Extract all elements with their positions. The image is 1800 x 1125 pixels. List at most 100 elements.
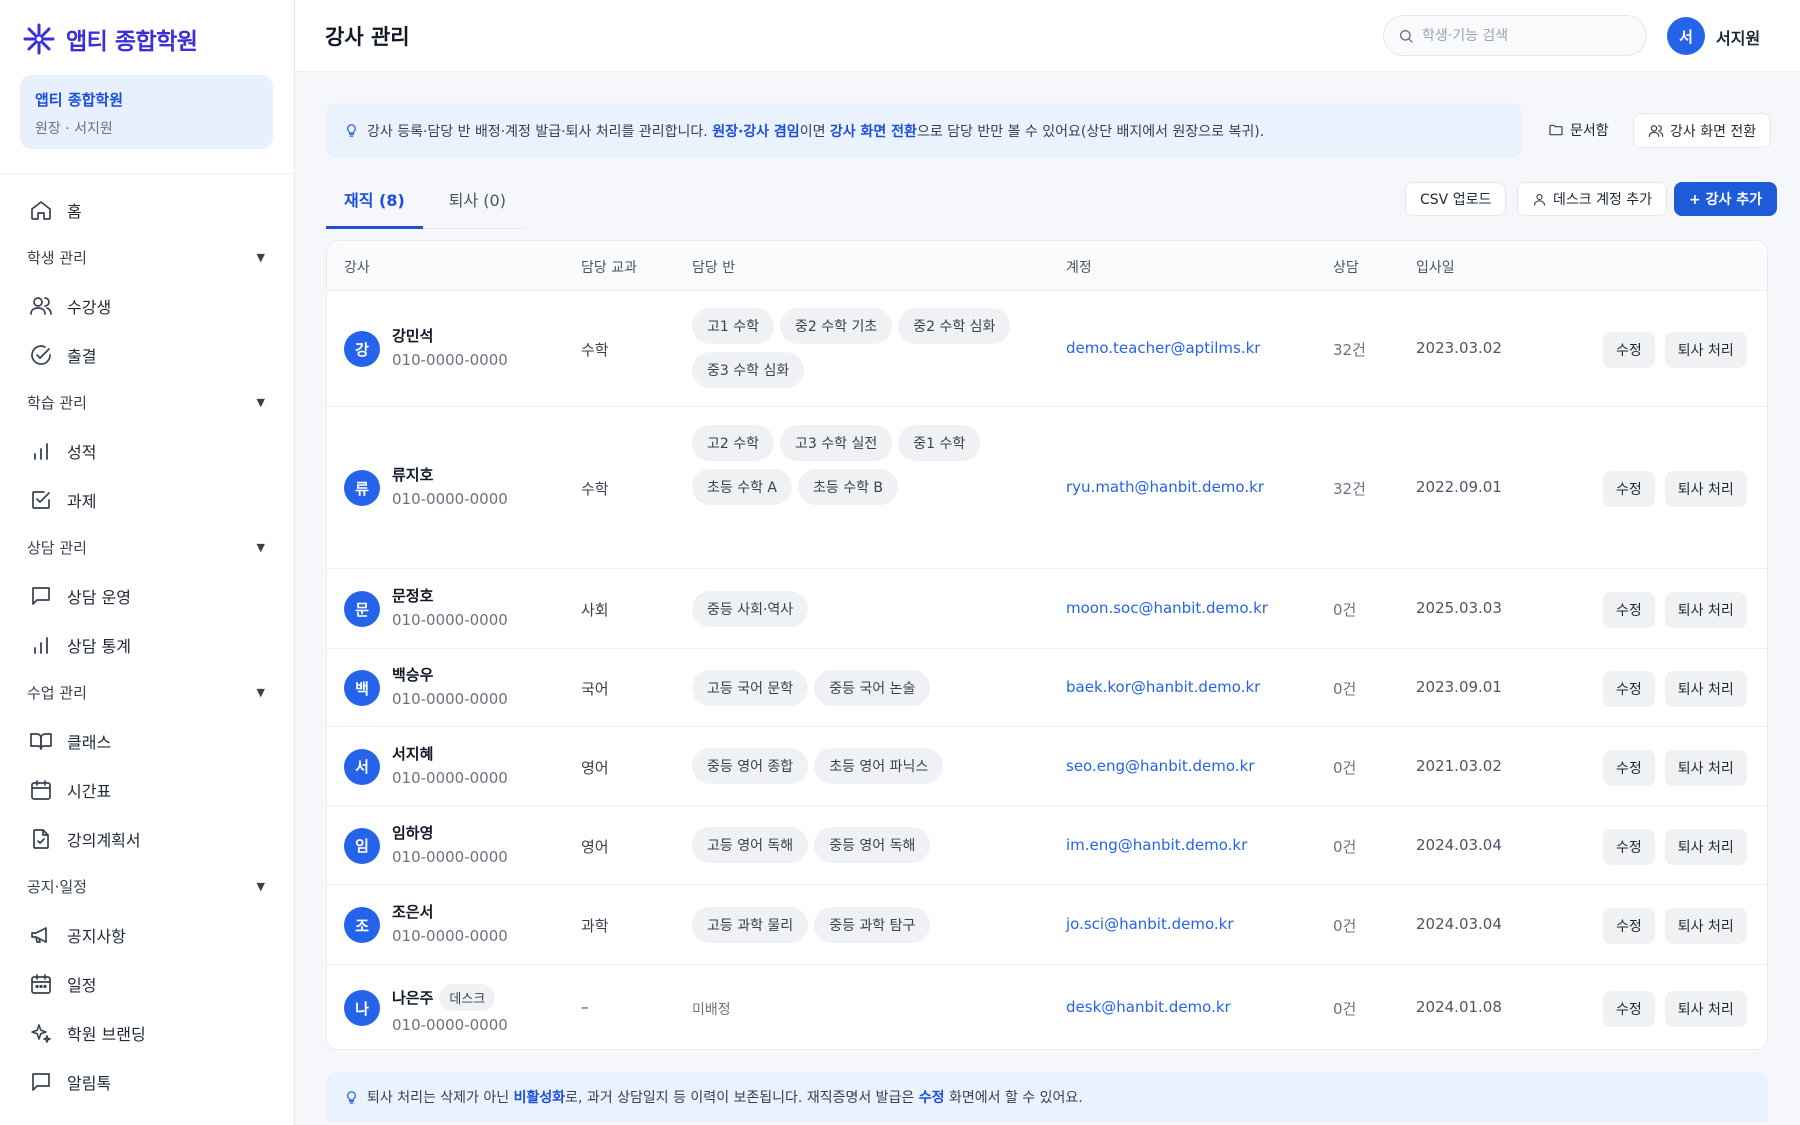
consult-count: 32건 [1333,341,1366,359]
teacher-info[interactable]: 임하영 010-0000-0000 [392,822,508,866]
search-box[interactable] [1383,15,1647,56]
page-title: 강사 관리 [325,25,410,49]
info-highlight: 원장·강사 겸임 [712,123,800,140]
docs-button[interactable]: 문서함 [1538,113,1619,147]
retire-button[interactable]: 퇴사 처리 [1664,592,1747,628]
teacher-email-link[interactable]: baek.kor@hanbit.demo.kr [1066,678,1260,696]
teacher-email-link[interactable]: moon.soc@hanbit.demo.kr [1066,599,1268,617]
teacher-table: 강사 담당 교과 담당 반 계정 상담 입사일 강 강민석 010-0000-000… [326,240,1768,1050]
col-account: 계정 [1066,260,1092,276]
teacher-info[interactable]: 류지호 010-0000-0000 [392,464,508,508]
nav-group-notice[interactable]: 공지·일정 ▼ [0,863,295,910]
tab-retired-staff[interactable]: 퇴사 (0) [423,178,526,228]
teacher-email-link[interactable]: ryu.math@hanbit.demo.kr [1066,478,1264,496]
sidebar-item-home[interactable]: 홈 [0,185,295,234]
sidebar-item-students[interactable]: 수강생 [0,281,295,330]
org-card[interactable]: 앱티 종합학원 원장 · 서지원 [20,75,273,149]
teacher-email-link[interactable]: demo.teacher@aptilms.kr [1066,339,1260,357]
teacher-subject: 국어 [581,680,609,698]
edit-button[interactable]: 수정 [1603,592,1655,628]
nav-group-class[interactable]: 수업 관리 ▼ [0,669,295,716]
sidebar-item-alimtalk[interactable]: 알림톡 [0,1057,295,1106]
sidebar-item-consult-ops[interactable]: 상담 운영 [0,571,295,620]
add-teacher-button[interactable]: + 강사 추가 [1674,182,1777,216]
switch-teacher-view-button[interactable]: 강사 화면 전환 [1633,113,1772,148]
edit-button[interactable]: 수정 [1603,471,1655,507]
sidebar-divider [0,173,295,174]
note-text-part: 로, 과거 상담일지 등 이력이 보존됩니다. 재직증명서 발급은 [565,1090,919,1106]
join-date: 2023.03.02 [1416,339,1502,357]
sidebar-item-label: 홈 [67,201,82,221]
avatar[interactable]: 서 [1667,17,1705,55]
teacher-email-link[interactable]: desk@hanbit.demo.kr [1066,998,1231,1016]
teacher-classes: 고2 수학 고3 수학 실전 중1 수학 초등 수학 A 초등 수학 B [692,424,1052,505]
teacher-email-link[interactable]: seo.eng@hanbit.demo.kr [1066,757,1254,775]
edit-button[interactable]: 수정 [1603,908,1655,944]
sidebar-item-classes[interactable]: 클래스 [0,716,295,765]
teacher-subject: 과학 [581,917,609,935]
class-chip: 중3 수학 심화 [692,352,805,388]
switch-label: 강사 화면 전환 [1670,123,1757,140]
edit-button[interactable]: 수정 [1603,332,1655,368]
teacher-info[interactable]: 문정호 010-0000-0000 [392,585,508,629]
user-name[interactable]: 서지원 [1716,25,1760,49]
sidebar-item-notices[interactable]: 공지사항 [0,910,295,959]
file-check-icon [33,828,49,849]
teacher-info[interactable]: 강민석 010-0000-0000 [392,325,508,369]
edit-button[interactable]: 수정 [1603,991,1655,1027]
class-chip: 중등 영어 종합 [692,748,809,784]
teacher-email-link[interactable]: jo.sci@hanbit.demo.kr [1066,915,1234,933]
brand[interactable]: 앱티 종합학원 [22,22,198,56]
class-chips: 고2 수학 고3 수학 실전 중1 수학 초등 수학 A 초등 수학 B [692,424,1052,505]
lightbulb-icon [347,124,356,137]
nav-group-label: 수업 관리 [27,684,87,702]
class-chips: 고1 수학 중2 수학 기초 중2 수학 심화 중3 수학 심화 [692,308,1052,388]
consult-count: 0건 [1333,837,1357,856]
teacher-info[interactable]: 백승우 010-0000-0000 [392,664,508,708]
info-text-part: 이면 [799,123,830,140]
retire-button[interactable]: 퇴사 처리 [1664,908,1747,944]
sidebar-item-consult-stats[interactable]: 상담 통계 [0,620,295,669]
retire-button[interactable]: 퇴사 처리 [1664,671,1747,707]
edit-button[interactable]: 수정 [1603,749,1655,786]
sidebar-item-timetable[interactable]: 시간표 [0,765,295,814]
retire-button[interactable]: 퇴사 처리 [1664,471,1747,507]
search-input[interactable] [1422,27,1622,44]
class-chips: 고등 국어 문학 중등 국어 논술 [692,669,1052,706]
join-date: 2024.03.04 [1416,835,1502,854]
edit-button[interactable]: 수정 [1603,828,1655,865]
note-highlight: 비활성화 [513,1090,566,1106]
nav-group-students[interactable]: 학생 관리 ▼ [0,234,295,281]
teacher-email-link[interactable]: im.eng@hanbit.demo.kr [1066,836,1247,854]
teacher-info[interactable]: 조은서 010-0000-0000 [392,901,508,945]
nav-group-learning[interactable]: 학습 관리 ▼ [0,379,295,426]
class-chips: 고등 과학 물리 중등 과학 탐구 [692,906,1052,943]
retire-button[interactable]: 퇴사 처리 [1664,828,1747,865]
check-circle-icon [31,344,51,365]
sidebar-item-syllabus[interactable]: 강의계획서 [0,814,295,863]
retire-button[interactable]: 퇴사 처리 [1664,749,1747,786]
sidebar-item-branding[interactable]: 학원 브랜딩 [0,1008,295,1057]
table-row: 서 서지혜 010-0000-0000 영어 중등 영어 종합 초등 영어 파닉스 seo.… [327,727,1767,806]
retire-button[interactable]: 퇴사 처리 [1664,332,1747,368]
retire-note: 퇴사 처리는 삭제가 아닌 비활성화로, 과거 상담일지 등 이력이 보존됩니다… [326,1072,1768,1122]
class-chip: 중등 사회·역사 [692,590,809,627]
edit-button[interactable]: 수정 [1603,671,1655,707]
nav-group-consult[interactable]: 상담 관리 ▼ [0,524,295,571]
sidebar-item-schedule[interactable]: 일정 [0,959,295,1008]
class-chips: 중등 사회·역사 [692,590,1052,627]
teacher-info[interactable]: 서지혜 010-0000-0000 [392,743,508,787]
retire-button[interactable]: 퇴사 처리 [1664,991,1747,1027]
row-actions: 수정 퇴사 처리 [1603,828,1747,865]
teacher-info[interactable]: 나은주 데스크 010-0000-0000 [392,984,508,1034]
sidebar-item-assignments[interactable]: 과제 [0,475,295,524]
csv-upload-button[interactable]: CSV 업로드 [1405,182,1507,216]
add-desk-account-button[interactable]: 데스크 계정 추가 [1517,182,1668,216]
teacher-avatar: 강 [344,331,380,367]
class-chip: 초등 영어 파닉스 [814,748,944,784]
table-row: 조 조은서 010-0000-0000 과학 고등 과학 물리 중등 과학 탐구 jo.sc… [327,885,1767,965]
sidebar-item-grades[interactable]: 성적 [0,426,295,475]
teacher-subject: 영어 [581,837,609,856]
tab-active-staff[interactable]: 재직 (8) [326,178,423,229]
sidebar-item-attendance[interactable]: 출결 [0,330,295,379]
